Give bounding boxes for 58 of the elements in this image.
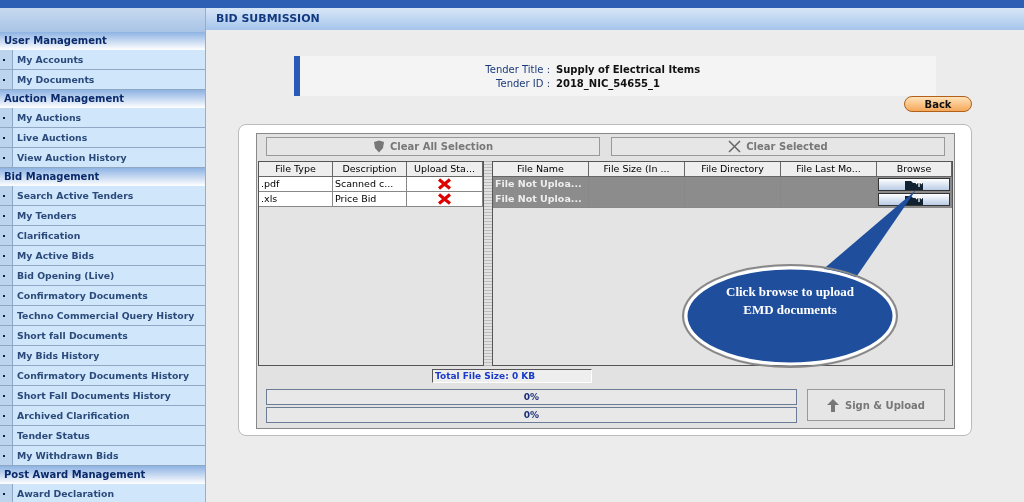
- progress-reading: 0%: [523, 392, 540, 402]
- column-header[interactable]: File Directory: [685, 162, 781, 177]
- sidebar-item[interactable]: Techno Commercial Query History: [0, 306, 205, 326]
- sidebar-item[interactable]: Short fall Documents: [0, 326, 205, 346]
- sidebar-item[interactable]: My Accounts: [0, 50, 205, 70]
- folder-icon: [904, 179, 924, 190]
- splitter-handle[interactable]: [484, 161, 492, 366]
- callout-text: Click browse to upload EMD documents: [725, 283, 855, 319]
- total-size-label: Total File Size: 0 KB: [432, 369, 592, 383]
- sidebar-item[interactable]: Short Fall Documents History: [0, 386, 205, 406]
- sidebar-item[interactable]: Confirmatory Documents: [0, 286, 205, 306]
- table-cell: Scanned c...: [333, 177, 407, 192]
- sidebar-item[interactable]: Clarification: [0, 226, 205, 246]
- sidebar-item[interactable]: My Active Bids: [0, 246, 205, 266]
- column-header[interactable]: File Last Mo...: [781, 162, 877, 177]
- section-heading: User Management: [0, 32, 205, 50]
- upload-icon: [826, 398, 839, 412]
- sidebar-item[interactable]: My Auctions: [0, 108, 205, 128]
- sidebar-item[interactable]: Search Active Tenders: [0, 186, 205, 206]
- column-header[interactable]: Upload Sta...: [407, 162, 483, 177]
- table-cell: File Not Uploa...: [493, 177, 589, 193]
- table-cell: File Not Uploa...: [493, 192, 589, 208]
- close-icon: [728, 140, 742, 153]
- page-title: BID SUBMISSION: [206, 8, 1024, 30]
- field-label: Tender ID :: [495, 77, 550, 89]
- sidebar-item[interactable]: Live Auctions: [0, 128, 205, 148]
- sidebar-item[interactable]: My Withdrawn Bids: [0, 446, 205, 466]
- browse-button[interactable]: [878, 178, 950, 191]
- column-header[interactable]: Description: [333, 162, 407, 177]
- progress-reading: 0%: [523, 410, 540, 420]
- section-heading: Bid Management: [0, 168, 205, 186]
- toolbar-button[interactable]: Clear Selected: [611, 137, 945, 156]
- toolbar-button[interactable]: Clear All Selection: [266, 137, 600, 156]
- sidebar-item[interactable]: My Tenders: [0, 206, 205, 226]
- table-cell: .xls: [259, 192, 333, 207]
- field-label: Tender Title :: [484, 63, 550, 75]
- sign-upload-button[interactable]: Sign & Upload: [807, 389, 945, 421]
- column-header[interactable]: Browse: [877, 162, 952, 177]
- sidebar-item[interactable]: Award Declaration: [0, 484, 205, 502]
- table-cell: Price Bid: [333, 192, 407, 207]
- sidebar-item[interactable]: Confirmatory Documents History: [0, 366, 205, 386]
- shield-icon: [372, 140, 385, 153]
- section-heading: Auction Management: [0, 90, 205, 108]
- sidebar-item[interactable]: Tender Status: [0, 426, 205, 446]
- column-header[interactable]: File Type: [259, 162, 333, 177]
- table-cell: .pdf: [259, 177, 333, 192]
- sidebar-item[interactable]: Archived Clarification: [0, 406, 205, 426]
- sidebar-item[interactable]: Bid Opening (Live): [0, 266, 205, 286]
- column-header[interactable]: File Size (In ...: [589, 162, 685, 177]
- sidebar-item[interactable]: View Auction History: [0, 148, 205, 168]
- column-header[interactable]: File Name: [493, 162, 589, 177]
- sidebar-item[interactable]: My Bids History: [0, 346, 205, 366]
- field-value: Supply of Electrical Items: [555, 63, 701, 75]
- browse-button[interactable]: [878, 193, 950, 206]
- back-button[interactable]: Back: [904, 96, 972, 112]
- sidebar-item[interactable]: My Documents: [0, 70, 205, 90]
- section-heading: Post Award Management: [0, 466, 205, 484]
- field-value: 2018_NIC_54655_1: [555, 77, 660, 89]
